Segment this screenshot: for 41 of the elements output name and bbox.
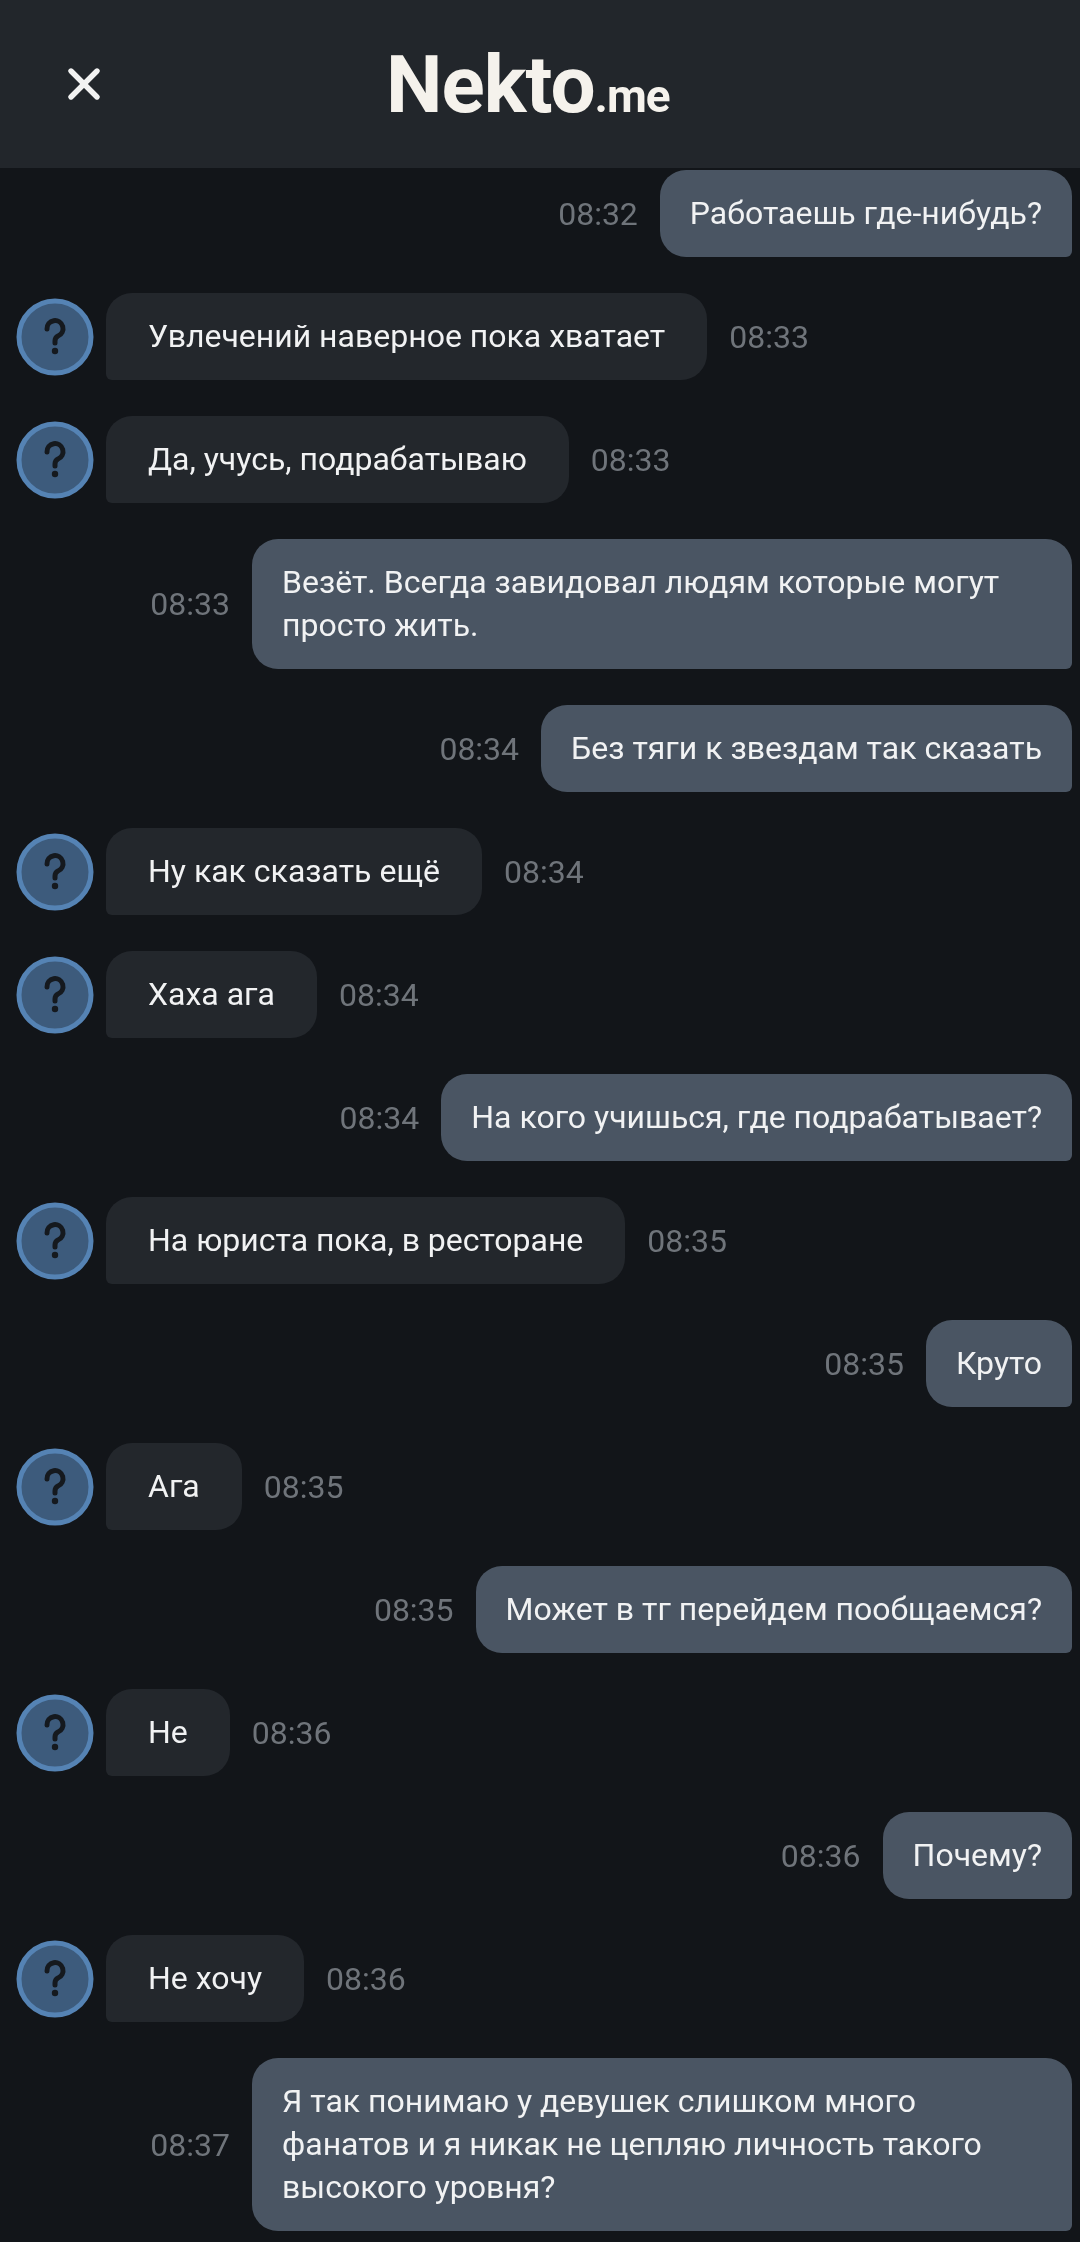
message-time: 08:32	[558, 193, 638, 235]
received-message-bubble: Хаха ага	[106, 951, 317, 1038]
message-time: 08:34	[504, 851, 584, 893]
question-avatar-icon	[16, 1939, 94, 2018]
received-message-bubble: На юриста пока, в ресторане	[106, 1197, 626, 1284]
received-message-bubble: Не	[106, 1689, 230, 1776]
message-time: 08:34	[339, 1097, 420, 1139]
sent-message-bubble: Почему?	[882, 1812, 1072, 1899]
sent-message-bubble: Работаешь где-нибудь?	[659, 170, 1072, 257]
message-time: 08:35	[373, 1589, 454, 1631]
received-message-bubble: Увлечений наверное пока хватает	[106, 293, 708, 380]
received-message-bubble: Да, учусь, подрабатываю	[106, 416, 569, 503]
sent-message-bubble: Может в тг перейдем пообщаемся?	[475, 1566, 1072, 1653]
sent-message-bubble: Везёт. Всегда завидовал людям которые могут просто жить.	[252, 539, 1072, 669]
sent-message-bubble: Круто	[925, 1320, 1072, 1407]
question-avatar-icon	[16, 297, 94, 376]
message-time: 08:35	[824, 1343, 904, 1385]
sent-message-bubble: Без тяги к звездам так сказать	[541, 705, 1072, 792]
received-message-bubble: Не хочу	[106, 1935, 305, 2022]
question-avatar-icon	[16, 420, 94, 499]
message-time: 08:33	[590, 439, 671, 481]
app-logo: Nekto.me	[386, 42, 670, 131]
sent-message-bubble: Я так понимаю у девушек слишком много фанатов и я никак не цепляю личность такого высокого уровня?	[252, 2058, 1072, 2231]
received-message-bubble: Ага	[106, 1443, 242, 1530]
message-time: 08:37	[150, 2124, 230, 2166]
message-time: 08:33	[729, 316, 809, 358]
message-time: 08:36	[251, 1712, 332, 1754]
question-avatar-icon	[16, 832, 94, 911]
message-time: 08:35	[647, 1220, 727, 1262]
message-time: 08:36	[780, 1835, 861, 1877]
sent-message-bubble: На кого учишься, где подрабатывает?	[441, 1074, 1072, 1161]
question-avatar-icon	[16, 1447, 94, 1526]
question-avatar-icon	[16, 1201, 94, 1280]
message-time: 08:34	[439, 728, 520, 770]
message-time: 08:34	[338, 974, 419, 1016]
message-time: 08:35	[263, 1466, 344, 1508]
message-time: 08:33	[150, 584, 230, 625]
question-avatar-icon	[16, 955, 94, 1034]
question-avatar-icon	[16, 1693, 94, 1772]
message-time: 08:36	[326, 1958, 406, 2000]
received-message-bubble: Ну как сказать ещё	[106, 828, 482, 915]
